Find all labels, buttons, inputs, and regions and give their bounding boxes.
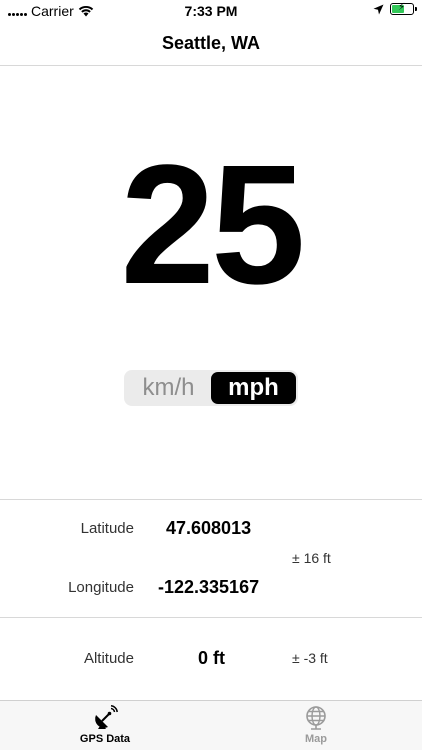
altitude-label: Altitude bbox=[83, 650, 134, 667]
tab-label: GPS Data bbox=[79, 733, 131, 745]
tab-gps-data[interactable]: GPS Data bbox=[55, 705, 155, 745]
divider bbox=[0, 617, 422, 618]
tab-map[interactable]: Map bbox=[266, 705, 366, 745]
unit-option-mph[interactable]: mph bbox=[211, 372, 296, 404]
globe-icon bbox=[306, 706, 326, 730]
navigation-bar: Seattle, WA bbox=[0, 22, 422, 66]
page-title: Seattle, WA bbox=[161, 33, 261, 53]
status-bar: Carrier 7:33 PM ⚡ bbox=[0, 0, 422, 22]
divider bbox=[0, 499, 422, 500]
status-time: 7:33 PM bbox=[184, 3, 238, 19]
altitude-value: 0 ft bbox=[198, 648, 225, 668]
latitude-label: Latitude bbox=[80, 520, 134, 537]
tab-label: Map bbox=[305, 733, 327, 745]
battery-charging-icon: ⚡ bbox=[390, 2, 417, 15]
unit-option-kmh[interactable]: km/h bbox=[126, 372, 211, 404]
speed-readout: 25 bbox=[120, 130, 305, 320]
status-right: ⚡ bbox=[373, 2, 417, 15]
unit-segmented-control[interactable]: km/h mph bbox=[124, 370, 298, 406]
location-arrow-icon bbox=[373, 4, 384, 14]
tab-bar: GPS Data Map bbox=[0, 700, 422, 750]
horizontal-accuracy: ± 16 ft bbox=[292, 550, 331, 566]
longitude-label: Longitude bbox=[68, 579, 134, 596]
latitude-value: 47.608013 bbox=[166, 518, 252, 538]
longitude-value: -122.335167 bbox=[158, 577, 260, 597]
vertical-accuracy: ± -3 ft bbox=[292, 650, 328, 666]
satellite-dish-icon bbox=[95, 705, 118, 729]
